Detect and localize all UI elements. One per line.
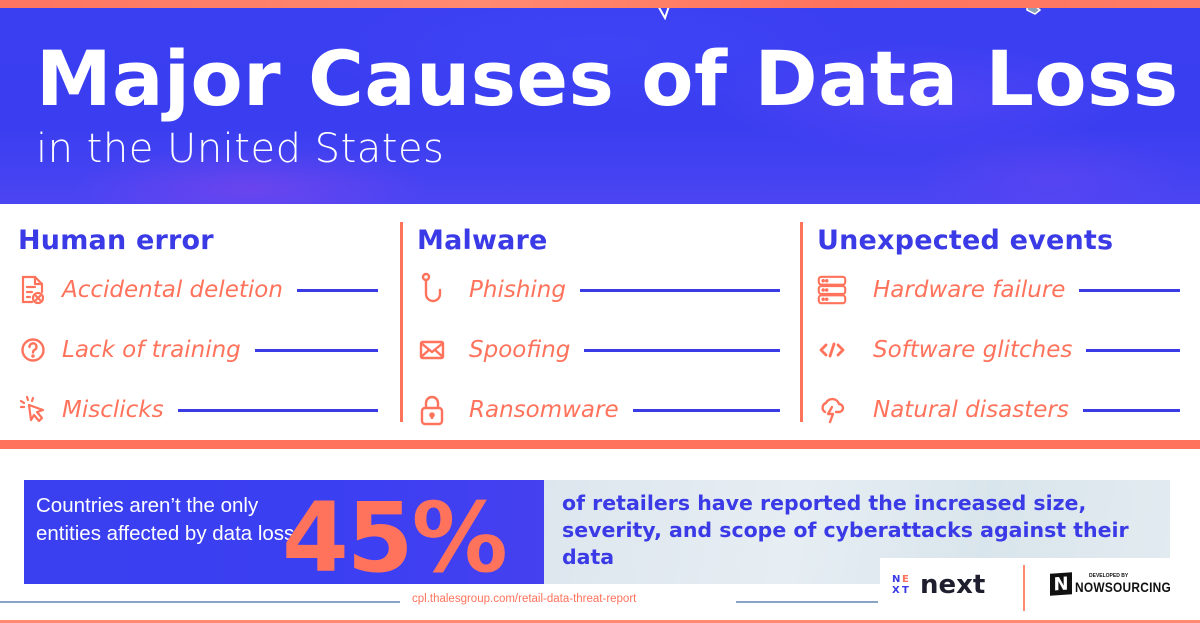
page-title: Major Causes of Data Loss (36, 34, 1179, 123)
cause-label: Accidental deletion (62, 277, 283, 303)
cause-item: Software glitches (817, 320, 1180, 380)
next-logo: N E X T next (892, 570, 985, 600)
decorative-triangle-icon (658, 8, 670, 20)
cause-item: Misclicks (18, 380, 378, 440)
stat-value: 45% (282, 482, 508, 594)
code-icon (817, 335, 847, 365)
section-divider (0, 440, 1200, 449)
footer-rule-right (736, 601, 878, 603)
cause-label: Hardware failure (873, 277, 1066, 303)
connector-line (1079, 288, 1180, 292)
fishing-hook-icon (417, 272, 447, 305)
connector-line (1082, 408, 1180, 412)
category-unexpected-events: Unexpected events Hardware failure Softw… (800, 222, 1180, 424)
category-heading: Human error (18, 225, 214, 256)
causes-columns: Human error Accidental deletion Lack of … (0, 222, 1200, 426)
cause-item: Spoofing (417, 320, 780, 380)
connector-line (584, 348, 780, 352)
cause-item: Accidental deletion (18, 260, 378, 320)
envelope-icon (417, 335, 447, 365)
cause-item: Phishing (417, 260, 780, 320)
connector-line (296, 288, 378, 292)
cause-label: Software glitches (873, 337, 1073, 363)
category-human-error: Human error Accidental deletion Lack of … (18, 222, 378, 423)
category-malware: Malware Phishing Spoofing Ransomware (400, 222, 780, 426)
footer-rule-left (0, 601, 400, 603)
nowsourcing-mark-icon: N (1050, 572, 1072, 596)
hero-banner: Major Causes of Data Loss in the United … (0, 8, 1200, 204)
storm-cloud-icon (817, 395, 847, 425)
cursor-click-icon (18, 395, 48, 425)
connector-line (254, 348, 378, 352)
cause-label: Ransomware (469, 397, 619, 423)
padlock-icon (417, 395, 447, 426)
source-citation: cpl.thalesgroup.com/retail-data-threat-r… (412, 593, 637, 605)
logo-divider (1023, 565, 1025, 611)
document-delete-icon (18, 275, 48, 305)
cause-item: Lack of training (18, 320, 378, 380)
connector-line (177, 408, 378, 412)
nowsourcing-wordmark: NOWSOURCING (1075, 579, 1172, 595)
cause-label: Phishing (469, 277, 566, 303)
connector-line (632, 408, 780, 412)
cause-label: Lack of training (62, 337, 241, 363)
decorative-diamond-icon (1026, 8, 1042, 15)
callout-description: Countries aren’t the only entities affec… (36, 494, 295, 545)
cause-item: Hardware failure (817, 260, 1180, 320)
next-mark-letter: X (892, 585, 900, 596)
next-mark-letter: T (902, 585, 909, 596)
page-subtitle: in the United States (36, 126, 445, 172)
top-accent-strip (0, 0, 1200, 8)
cause-label: Spoofing (469, 337, 571, 363)
category-heading: Malware (417, 225, 548, 256)
server-icon (817, 275, 847, 305)
stat-callout: Countries aren’t the only entities affec… (24, 480, 544, 594)
next-mark-letter: N (892, 574, 901, 585)
next-mark-icon: N E X T (892, 574, 912, 596)
nowsourcing-logo: N DEVELOPED BY NOWSOURCING (1050, 572, 1188, 596)
cause-item: Ransomware (417, 380, 780, 440)
next-mark-letter: E (902, 574, 909, 585)
connector-line (579, 288, 780, 292)
next-wordmark: next (920, 570, 986, 600)
connector-line (1086, 348, 1180, 352)
cause-label: Misclicks (62, 397, 164, 423)
cause-item: Natural disasters (817, 380, 1180, 440)
question-circle-icon (18, 335, 48, 365)
category-heading: Unexpected events (817, 225, 1114, 256)
cause-label: Natural disasters (873, 397, 1069, 423)
